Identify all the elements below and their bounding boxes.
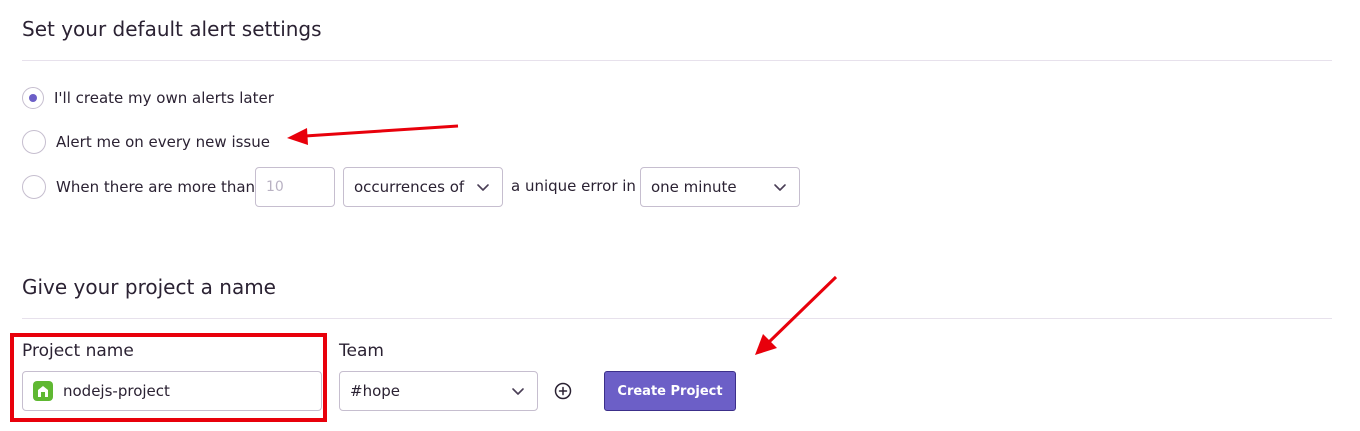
team-select[interactable]: #hope	[339, 371, 538, 411]
create-project-button[interactable]: Create Project	[604, 371, 736, 411]
chevron-down-icon	[512, 388, 524, 395]
radio-label-threshold: When there are more than	[56, 178, 256, 196]
metric-select[interactable]: occurrences of	[343, 167, 503, 207]
interval-select[interactable]: one minute	[640, 167, 800, 207]
chevron-down-icon	[477, 184, 489, 191]
team-select-value: #hope	[350, 382, 401, 400]
radio-label-own-alerts: I'll create my own alerts later	[54, 89, 274, 107]
radio-selected-dot	[29, 94, 37, 102]
annotation-arrow-alert-option	[287, 124, 459, 145]
metric-select-value: occurrences of	[354, 178, 465, 196]
radio-button[interactable]	[22, 130, 46, 154]
alert-section-divider	[22, 60, 1332, 61]
connector-text: a unique error in	[511, 177, 636, 195]
plus-circle-icon[interactable]	[554, 382, 572, 400]
radio-button-selected[interactable]	[22, 87, 44, 109]
radio-option-own-alerts[interactable]: I'll create my own alerts later	[22, 87, 274, 109]
project-name-title: Give your project a name	[22, 275, 276, 299]
radio-button[interactable]	[22, 175, 46, 199]
team-label: Team	[339, 341, 384, 361]
annotation-highlight-box	[10, 333, 327, 422]
threshold-count-placeholder: 10	[266, 179, 284, 195]
project-section-divider	[22, 318, 1332, 319]
alert-settings-title: Set your default alert settings	[22, 17, 322, 41]
interval-select-value: one minute	[651, 178, 737, 196]
chevron-down-icon	[774, 184, 786, 191]
project-creation-page: Set your default alert settings I'll cre…	[0, 0, 1360, 431]
threshold-count-input[interactable]: 10	[255, 167, 335, 207]
annotation-arrow-create-button	[755, 275, 838, 355]
radio-option-every-issue[interactable]: Alert me on every new issue	[22, 130, 270, 154]
radio-option-threshold[interactable]: When there are more than	[22, 175, 255, 199]
radio-label-every-issue: Alert me on every new issue	[56, 133, 270, 151]
